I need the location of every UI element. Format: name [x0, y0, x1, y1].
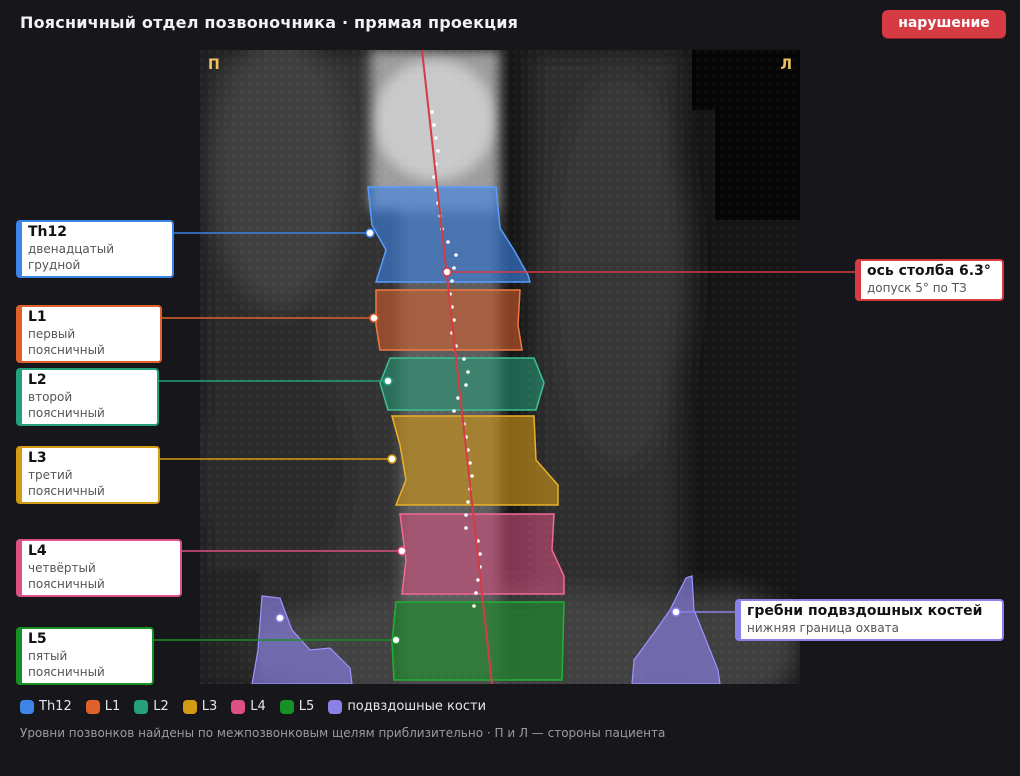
- label-l5-code: L5: [28, 631, 47, 647]
- label-l2-code: L2: [28, 372, 47, 388]
- anchor-l2[interactable]: [383, 376, 393, 386]
- anchor-l4[interactable]: [397, 546, 407, 556]
- footnote: Уровни позвонков найдены по межпозвонков…: [20, 726, 666, 740]
- label-l3[interactable]: L3 третий поясничный: [16, 446, 160, 504]
- legend-item-l1[interactable]: L1: [85, 699, 121, 714]
- legend-item-iliac[interactable]: подвздошные кости: [328, 699, 486, 714]
- label-th12-code: Th12: [28, 224, 67, 240]
- anchor-l3[interactable]: [387, 454, 397, 464]
- label-l1-name: первый поясничный: [28, 327, 105, 357]
- legend-label: подвздошные кости: [347, 699, 487, 714]
- anchor-l5[interactable]: [391, 635, 401, 645]
- legend-swatch: [134, 699, 149, 714]
- label-l4-name: четвёртый поясничный: [28, 561, 105, 591]
- legend-swatch: [279, 699, 294, 714]
- label-l3-name: третий поясничный: [28, 468, 105, 498]
- anchor-iliac-right[interactable]: [275, 613, 285, 623]
- legend-label: L4: [250, 699, 266, 714]
- legend-item-l5[interactable]: L5: [279, 699, 315, 714]
- label-l5[interactable]: L5 пятый поясничный: [16, 627, 154, 685]
- axis-callout[interactable]: ось столба 6.3° допуск 5° по ТЗ: [855, 259, 1004, 301]
- legend-item-l4[interactable]: L4: [231, 699, 266, 714]
- label-l1[interactable]: L1 первый поясничный: [16, 305, 162, 363]
- anchor-th12[interactable]: [365, 228, 375, 238]
- iliac-callout-title: гребни подвздошных костей: [747, 603, 983, 619]
- label-l4-code: L4: [28, 543, 47, 559]
- label-l3-code: L3: [28, 450, 47, 466]
- iliac-callout-subtitle: нижняя граница охвата: [747, 621, 900, 635]
- legend-item-l2[interactable]: L2: [134, 699, 169, 714]
- legend-label: L3: [201, 699, 218, 714]
- anchor-axis[interactable]: [442, 267, 452, 277]
- legend-item-th12[interactable]: Th12: [20, 699, 72, 714]
- legend-swatch: [231, 699, 246, 714]
- legend-label: L2: [153, 699, 169, 714]
- legend-swatch: [20, 699, 34, 714]
- anchor-iliac-left[interactable]: [671, 607, 681, 617]
- legend-swatch: [328, 699, 343, 714]
- iliac-callout[interactable]: гребни подвздошных костей нижняя граница…: [735, 599, 1004, 641]
- label-l2-name: второй поясничный: [28, 390, 105, 420]
- axis-callout-subtitle: допуск 5° по ТЗ: [867, 281, 967, 295]
- axis-callout-title: ось столба 6.3°: [867, 263, 991, 279]
- legend-item-l3[interactable]: L3: [182, 699, 218, 714]
- label-l4[interactable]: L4 четвёртый поясничный: [16, 539, 182, 597]
- label-l5-name: пятый поясничный: [28, 649, 105, 679]
- legend: Th12 L1 L2 L3 L4 L5 подвздошные кости: [20, 699, 486, 714]
- legend-label: Th12: [39, 699, 72, 714]
- legend-label: L1: [104, 699, 121, 714]
- legend-swatch: [85, 699, 100, 714]
- legend-label: L5: [298, 699, 315, 714]
- label-th12[interactable]: Th12 двенадцатый грудной: [16, 220, 174, 278]
- label-l1-code: L1: [28, 309, 47, 325]
- anchor-l1[interactable]: [369, 313, 379, 323]
- label-l2[interactable]: L2 второй поясничный: [16, 368, 159, 426]
- legend-swatch: [182, 699, 197, 714]
- label-th12-name: двенадцатый грудной: [28, 242, 115, 272]
